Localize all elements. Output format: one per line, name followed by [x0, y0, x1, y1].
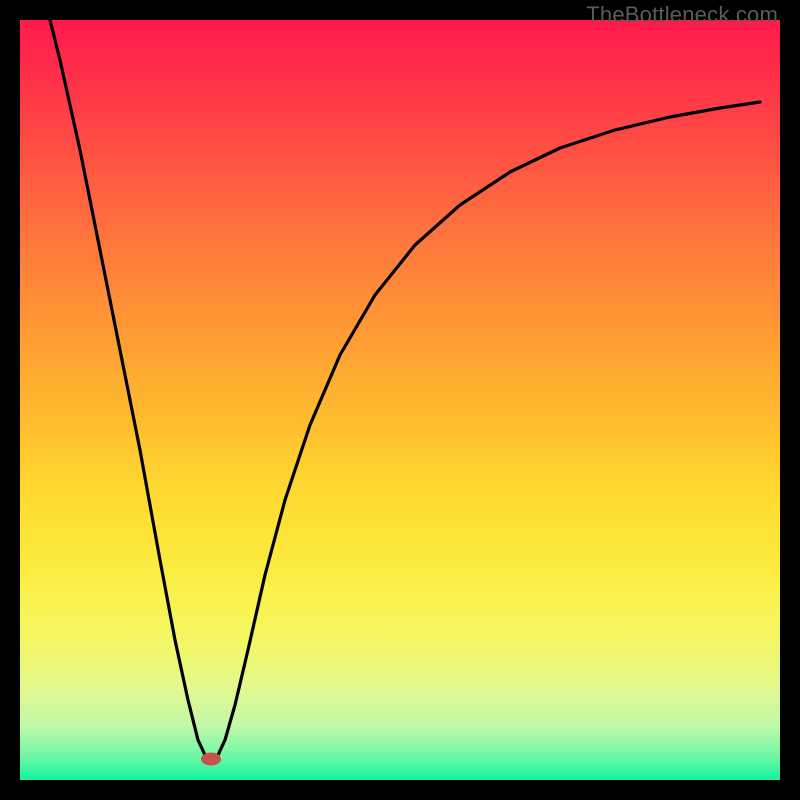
chart-container: TheBottleneck.com	[0, 0, 800, 800]
bottleneck-curve	[40, 20, 760, 759]
optimal-point-marker	[201, 753, 221, 766]
curve-svg	[20, 20, 780, 780]
plot-area	[20, 20, 780, 780]
watermark-text: TheBottleneck.com	[586, 2, 778, 28]
